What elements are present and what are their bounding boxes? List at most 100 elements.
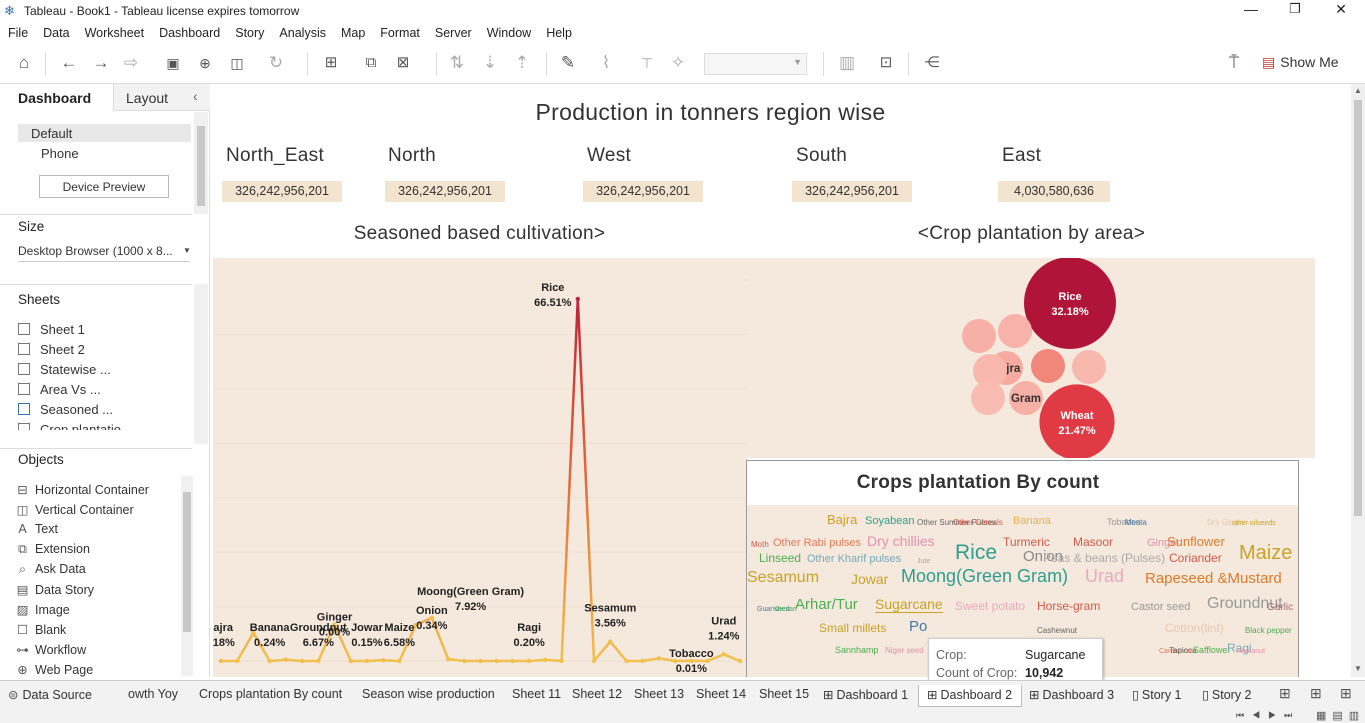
data-point[interactable]: [445, 656, 451, 662]
home-icon[interactable]: ⌂: [13, 52, 35, 74]
data-point[interactable]: [543, 657, 548, 663]
data-point[interactable]: [510, 658, 516, 664]
bubble[interactable]: [1031, 349, 1065, 383]
tab-story[interactable]: ▯ Story 1: [1132, 685, 1182, 707]
word-moth[interactable]: Moth: [751, 540, 769, 549]
canvas-scrollbar[interactable]: ▲ ▼: [1351, 84, 1365, 677]
data-point[interactable]: [299, 658, 305, 664]
word-niger-seed[interactable]: Niger seed: [885, 646, 924, 655]
sheet-item[interactable]: Area Vs ...: [18, 382, 101, 397]
word-other-kharif-pulses[interactable]: Other Kharif pulses: [807, 553, 901, 565]
data-point[interactable]: [283, 657, 289, 662]
new-story-tab-icon[interactable]: ⊞: [1340, 685, 1352, 702]
menu-worksheet[interactable]: Worksheet: [77, 22, 152, 40]
pause-updates-icon[interactable]: ◫: [226, 52, 248, 74]
data-point[interactable]: [737, 658, 743, 664]
word-soyabean[interactable]: Soyabean: [865, 515, 915, 527]
bubble[interactable]: [971, 381, 1005, 415]
show-cards-icon[interactable]: ▥: [836, 52, 858, 74]
sheets-scrollbar[interactable]: [194, 284, 208, 444]
highlight-icon[interactable]: ✎: [557, 52, 579, 74]
tab-nav-icons[interactable]: ⏮◀▶⏭: [1236, 710, 1300, 721]
data-point[interactable]: [235, 658, 240, 664]
menu-file[interactable]: File: [0, 22, 35, 40]
object-extension[interactable]: ⧉ Extension: [16, 542, 90, 557]
word-sweet-potato[interactable]: Sweet potato: [955, 599, 1025, 613]
sheet-item[interactable]: Sheet 1: [18, 322, 85, 337]
presentation-mode-icon[interactable]: ⊡: [875, 52, 897, 74]
data-point[interactable]: [624, 658, 629, 664]
new-worksheet-icon[interactable]: ⊞: [320, 52, 342, 74]
word-dry-chillies[interactable]: Dry chillies: [867, 533, 935, 549]
chevron-down-icon[interactable]: ▼: [183, 246, 191, 255]
menu-help[interactable]: Help: [538, 22, 579, 40]
word-khesari[interactable]: Khesari: [773, 606, 797, 613]
maximize-button[interactable]: ❐: [1285, 1, 1305, 17]
word-sunflower[interactable]: Sunflower: [1167, 534, 1225, 549]
word-sugarcane[interactable]: Sugarcane: [875, 596, 943, 613]
menu-server[interactable]: Server: [427, 22, 479, 40]
menu-format[interactable]: Format: [372, 22, 427, 40]
word-peas-beans-pulses[interactable]: Peas & beans (Pulses): [1043, 551, 1165, 565]
device-preview-button[interactable]: Device Preview: [39, 175, 169, 198]
tab-sheet[interactable]: Sheet 11: [512, 685, 561, 707]
minimize-button[interactable]: —: [1241, 1, 1261, 17]
bubble[interactable]: [1072, 350, 1106, 384]
share-icon[interactable]: ⋲: [921, 52, 943, 74]
data-point[interactable]: [721, 652, 726, 657]
menu-window[interactable]: Window: [479, 22, 538, 40]
word-other-rabi-pulses[interactable]: Other Rabi pulses: [773, 537, 861, 549]
tab-sheet[interactable]: Crops plantation By count: [199, 685, 342, 707]
tab-layout[interactable]: Layout: [126, 90, 168, 106]
word-garlic[interactable]: Garlic: [1267, 602, 1293, 613]
menu-story[interactable]: Story: [227, 22, 271, 40]
duplicate-sheet-icon[interactable]: ⧉: [360, 52, 382, 74]
word-moong-green-gram[interactable]: Moong(Green Gram): [901, 566, 1068, 587]
data-point[interactable]: [656, 656, 662, 661]
data-point[interactable]: [218, 658, 224, 664]
tab-sheet[interactable]: Sheet 14: [696, 685, 746, 707]
fit-dropdown[interactable]: ▼: [704, 53, 807, 75]
data-point[interactable]: [267, 658, 272, 664]
tab-dashboard[interactable]: ⊞ Dashboard 3: [1029, 685, 1114, 707]
data-point[interactable]: [397, 658, 402, 664]
tab-dashboard-active[interactable]: ⊞ Dashboard 2: [918, 685, 1022, 707]
bubble[interactable]: [962, 319, 996, 353]
device-scrollbar[interactable]: [194, 112, 208, 214]
device-default[interactable]: Default: [31, 126, 72, 141]
menu-dashboard[interactable]: Dashboard: [151, 22, 227, 40]
data-point[interactable]: [591, 658, 597, 664]
data-point[interactable]: [348, 658, 353, 664]
data-point[interactable]: [462, 658, 467, 664]
new-data-source-icon[interactable]: ⊕: [194, 52, 216, 74]
tab-sheet[interactable]: owth Yoy: [128, 685, 178, 707]
word-other-oilseeds[interactable]: other oilseeds: [1232, 520, 1276, 527]
word-jute[interactable]: Jute: [917, 558, 930, 565]
replay-icon[interactable]: ⇨: [120, 52, 142, 74]
word-small-millets[interactable]: Small millets: [819, 621, 886, 635]
word-rice[interactable]: Rice: [955, 541, 997, 565]
refresh-icon[interactable]: ↻: [265, 52, 287, 74]
bubble[interactable]: [1024, 257, 1116, 349]
scroll-down-icon[interactable]: ▼: [1354, 664, 1362, 673]
sort-ascending-icon[interactable]: ⇣: [479, 52, 501, 74]
word-linseed[interactable]: Linseed: [759, 551, 801, 565]
data-point[interactable]: [575, 296, 581, 302]
swap-icon[interactable]: ⇅: [446, 52, 468, 74]
word-masoor[interactable]: Masoor: [1073, 535, 1113, 549]
data-point[interactable]: [478, 658, 483, 664]
view-mode-icons[interactable]: ▦▤▥: [1316, 709, 1365, 722]
sheet-item[interactable]: Statewise ...: [18, 362, 111, 377]
tab-story[interactable]: ▯ Story 2: [1202, 685, 1252, 707]
sheet-item[interactable]: Sheet 2: [18, 342, 85, 357]
data-point[interactable]: [640, 658, 645, 664]
tab-dashboard[interactable]: Dashboard: [18, 90, 91, 106]
save-icon[interactable]: ▣: [162, 52, 184, 74]
tab-sheet[interactable]: Sheet 12: [572, 685, 622, 707]
menu-map[interactable]: Map: [333, 22, 372, 40]
sort-descending-icon[interactable]: ⇡: [511, 52, 533, 74]
show-me-button[interactable]: ▤ Show Me: [1262, 54, 1339, 71]
word-banana[interactable]: Banana: [1013, 515, 1051, 527]
tab-dashboard[interactable]: ⊞ Dashboard 1: [823, 685, 908, 707]
new-dashboard-tab-icon[interactable]: ⊞: [1310, 685, 1322, 702]
